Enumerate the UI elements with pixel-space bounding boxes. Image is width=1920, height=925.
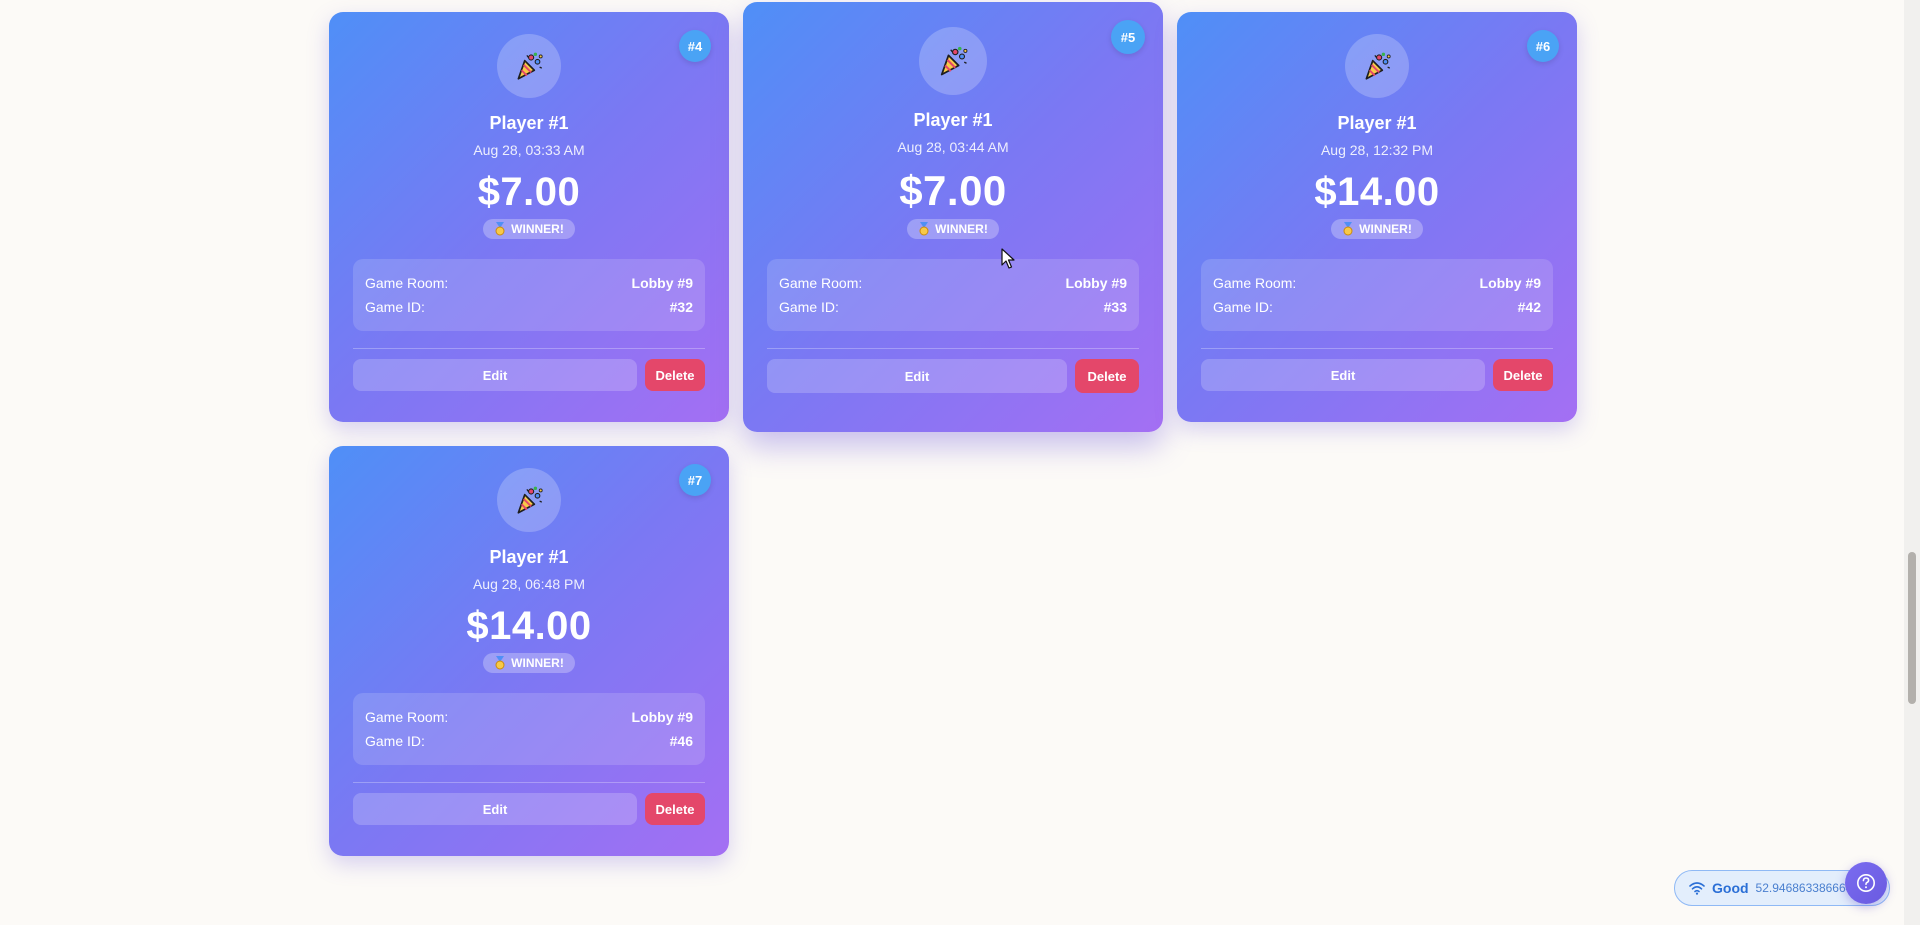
winner-badge: WINNER!: [1331, 219, 1423, 239]
player-name: Player #1: [1337, 113, 1417, 133]
game-id-value: #42: [1517, 299, 1541, 315]
game-room-label: Game Room:: [779, 275, 863, 291]
winner-card: #6 Player #1 Aug 28, 12:32 PM $14.00 WIN…: [1177, 12, 1577, 422]
medal-icon: [919, 222, 929, 236]
game-date: Aug 28, 12:32 PM: [1320, 142, 1434, 158]
medal-icon: [495, 656, 505, 670]
connection-status-label: Good: [1712, 880, 1749, 896]
game-id-row: Game ID: #42: [1213, 295, 1541, 319]
game-id-row: Game ID: #33: [779, 295, 1127, 319]
help-button[interactable]: [1845, 862, 1887, 904]
avatar: [497, 468, 561, 532]
winner-label: WINNER!: [935, 222, 988, 236]
mouse-cursor-icon: [1001, 248, 1015, 269]
game-id-row: Game ID: #46: [365, 729, 693, 753]
game-room-row: Game Room: Lobby #9: [1213, 271, 1541, 295]
card-actions: Edit Delete: [353, 793, 705, 825]
edit-button[interactable]: Edit: [353, 793, 637, 825]
game-id-label: Game ID:: [779, 299, 839, 315]
party-popper-icon: [940, 46, 968, 76]
delete-button[interactable]: Delete: [1493, 359, 1553, 391]
game-info-box: Game Room: Lobby #9 Game ID: #32: [353, 259, 705, 331]
game-room-row: Game Room: Lobby #9: [779, 271, 1127, 295]
game-id-value: #46: [669, 733, 693, 749]
winner-label: WINNER!: [511, 656, 564, 670]
winner-label: WINNER!: [1359, 222, 1412, 236]
game-date: Aug 28, 03:44 AM: [897, 139, 1009, 155]
divider: [767, 348, 1139, 349]
party-popper-icon: [517, 486, 543, 514]
card-number-badge: #7: [679, 464, 711, 496]
scrollbar-thumb[interactable]: [1908, 552, 1916, 704]
delete-button[interactable]: Delete: [645, 793, 705, 825]
winner-label: WINNER!: [511, 222, 564, 236]
player-name: Player #1: [913, 110, 993, 130]
game-info-box: Game Room: Lobby #9 Game ID: #46: [353, 693, 705, 765]
card-number-badge: #6: [1527, 30, 1559, 62]
party-popper-icon: [1365, 52, 1391, 80]
game-room-value: Lobby #9: [631, 275, 693, 291]
player-name: Player #1: [489, 113, 569, 133]
game-id-value: #32: [669, 299, 693, 315]
winner-badge: WINNER!: [907, 219, 999, 239]
party-popper-icon: [517, 52, 543, 80]
wifi-icon: [1689, 882, 1705, 895]
game-room-label: Game Room:: [365, 275, 449, 291]
game-id-label: Game ID:: [1213, 299, 1273, 315]
connection-latency-value: 52.946863386664: [1755, 881, 1853, 895]
winner-card: #7 Player #1 Aug 28, 06:48 PM $14.00 WIN…: [329, 446, 729, 856]
winner-badge: WINNER!: [483, 653, 575, 673]
card-actions: Edit Delete: [1201, 359, 1553, 391]
delete-button[interactable]: Delete: [1075, 359, 1139, 393]
game-room-row: Game Room: Lobby #9: [365, 271, 693, 295]
edit-button[interactable]: Edit: [353, 359, 637, 391]
game-room-label: Game Room:: [365, 709, 449, 725]
prize-amount: $7.00: [899, 167, 1007, 214]
divider: [353, 348, 705, 349]
game-room-row: Game Room: Lobby #9: [365, 705, 693, 729]
scrollbar-track[interactable]: [1904, 0, 1920, 925]
card-actions: Edit Delete: [767, 359, 1139, 393]
winner-card: #4 Player #1 Aug 28, 03:33 AM $7.00 WINN…: [329, 12, 729, 422]
avatar: [1345, 34, 1409, 98]
edit-button[interactable]: Edit: [1201, 359, 1485, 391]
card-actions: Edit Delete: [353, 359, 705, 391]
game-date: Aug 28, 03:33 AM: [473, 142, 585, 158]
medal-icon: [495, 222, 505, 236]
game-room-value: Lobby #9: [1065, 275, 1127, 291]
winner-card: #5 Player #1 Aug 28, 03:44 AM $7.00 WINN…: [743, 2, 1163, 432]
game-room-label: Game Room:: [1213, 275, 1297, 291]
player-name: Player #1: [489, 547, 569, 567]
card-number-badge: #5: [1111, 20, 1145, 54]
prize-amount: $14.00: [466, 604, 592, 648]
game-id-label: Game ID:: [365, 733, 425, 749]
game-info-box: Game Room: Lobby #9 Game ID: #42: [1201, 259, 1553, 331]
game-room-value: Lobby #9: [631, 709, 693, 725]
game-date: Aug 28, 06:48 PM: [472, 576, 586, 592]
card-number-badge: #4: [679, 30, 711, 62]
winner-badge: WINNER!: [483, 219, 575, 239]
game-id-value: #33: [1103, 299, 1127, 315]
edit-button[interactable]: Edit: [767, 359, 1067, 393]
avatar: [497, 34, 561, 98]
game-id-row: Game ID: #32: [365, 295, 693, 319]
winners-page: #4 Player #1 Aug 28, 03:33 AM $7.00 WINN…: [0, 0, 1920, 925]
game-id-label: Game ID:: [365, 299, 425, 315]
game-info-box: Game Room: Lobby #9 Game ID: #33: [767, 259, 1139, 331]
prize-amount: $14.00: [1314, 170, 1440, 214]
avatar: [919, 27, 987, 95]
medal-icon: [1343, 222, 1353, 236]
prize-amount: $7.00: [477, 170, 581, 214]
divider: [1201, 348, 1553, 349]
help-icon: [1857, 874, 1875, 892]
game-room-value: Lobby #9: [1479, 275, 1541, 291]
delete-button[interactable]: Delete: [645, 359, 705, 391]
divider: [353, 782, 705, 783]
